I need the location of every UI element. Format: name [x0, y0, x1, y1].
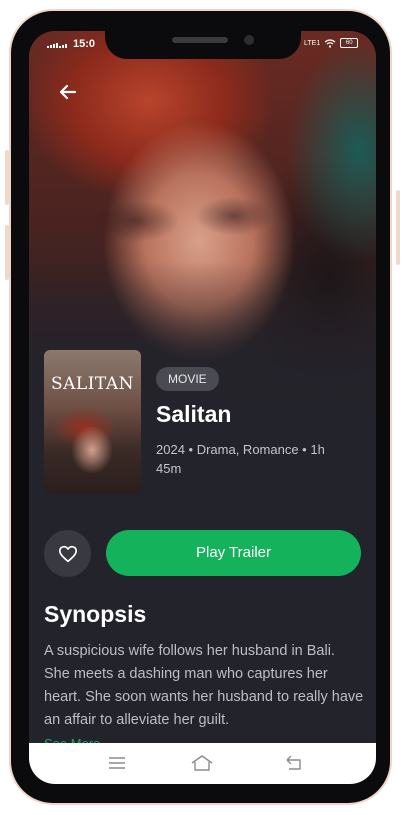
heart-icon [58, 545, 77, 562]
poster-title: SALITAN [51, 374, 134, 394]
favorite-button[interactable] [44, 530, 91, 577]
status-time: 15:0 [73, 38, 96, 50]
speaker-grille [172, 37, 228, 43]
arrow-left-icon [59, 84, 77, 100]
battery-icon: 60 [340, 38, 359, 48]
home-icon [191, 755, 213, 771]
nav-back-button[interactable] [282, 753, 306, 773]
play-trailer-button[interactable]: Play Trailer [106, 530, 361, 576]
movie-title: Salitan [156, 401, 232, 427]
synopsis-text: A suspicious wife follows her husband in… [44, 643, 364, 728]
phone-side-button [396, 190, 400, 265]
movie-meta: 2024 • Drama, Romance • 1h 45m [156, 442, 325, 476]
network-label: LTE1 [304, 39, 321, 47]
wifi-icon [324, 38, 336, 48]
status-bar-left: 15:0 [47, 38, 95, 50]
system-navigation-bar [29, 743, 376, 784]
back-button[interactable] [56, 80, 80, 104]
status-bar-right: LTE1 60 [304, 38, 359, 48]
nav-home-button[interactable] [190, 753, 214, 773]
menu-icon [109, 757, 125, 769]
movie-poster: SALITAN [44, 350, 141, 494]
synopsis-heading: Synopsis [44, 601, 147, 627]
return-icon [286, 755, 301, 770]
signal-icon [47, 43, 67, 48]
nav-menu-button[interactable] [105, 753, 129, 773]
type-badge: MOVIE [156, 367, 219, 391]
front-camera [244, 35, 254, 45]
